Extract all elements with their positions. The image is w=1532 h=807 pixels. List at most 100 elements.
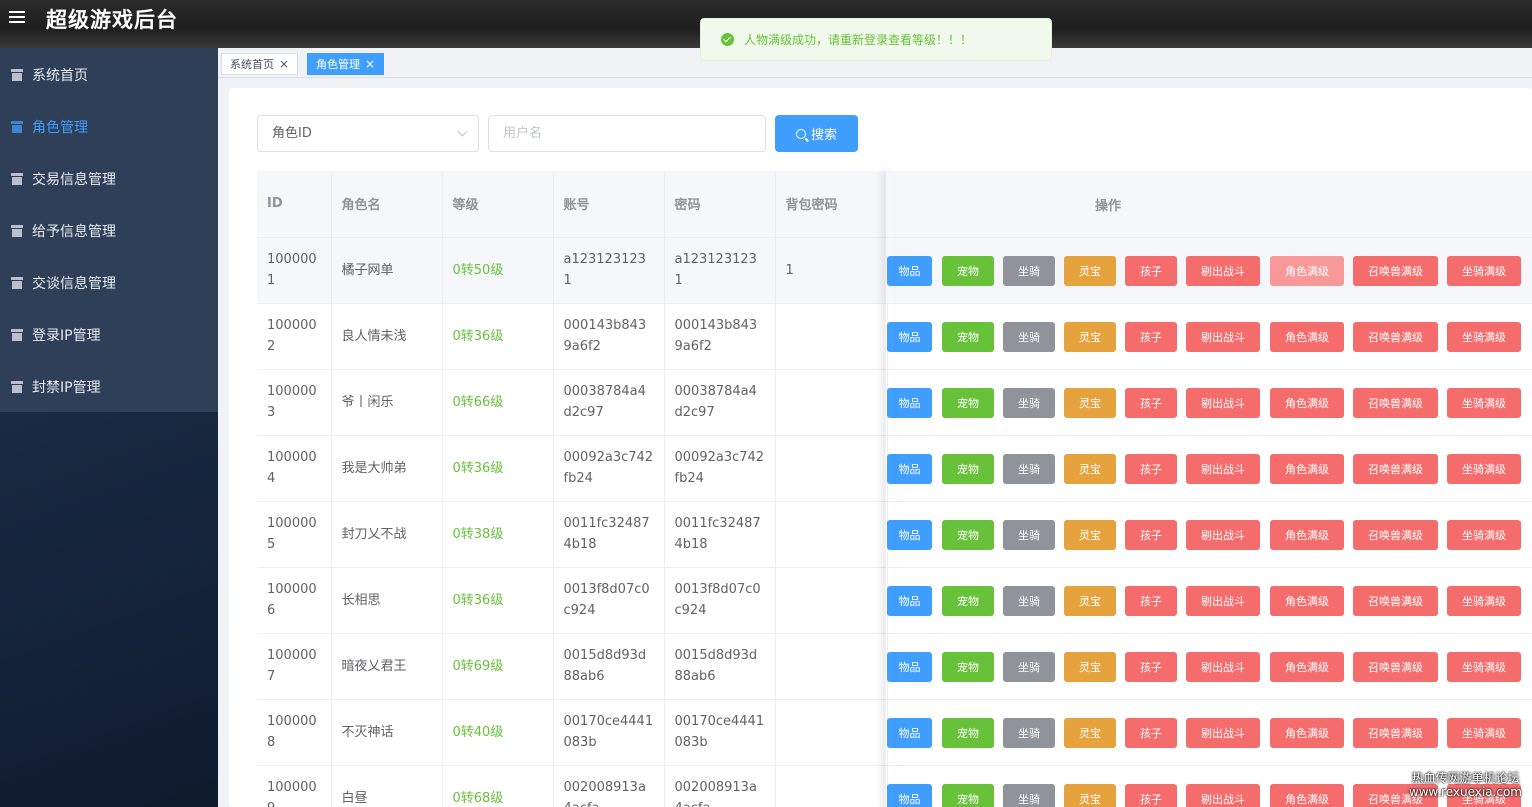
action-button[interactable]: 召唤兽满级 [1353,256,1438,286]
col-level: 等级 [442,171,554,238]
action-button[interactable]: 宠物 [942,256,994,286]
action-button[interactable]: 角色满级 [1270,256,1344,286]
action-button[interactable]: 角色满级 [1270,322,1344,352]
action-button[interactable]: 角色满级 [1270,784,1344,807]
cell-password: 0011fc324874b18 [664,501,776,568]
action-button[interactable]: 坐骑 [1003,520,1055,550]
action-button[interactable]: 宠物 [942,454,994,484]
tab-role-management[interactable]: 角色管理 × [307,53,385,75]
action-button[interactable]: 角色满级 [1270,652,1344,682]
action-button[interactable]: 召唤兽满级 [1353,718,1438,748]
search-button[interactable]: 搜索 [775,115,858,152]
action-button[interactable]: 孩子 [1125,652,1177,682]
action-button[interactable]: 剔出战斗 [1186,586,1260,616]
action-button[interactable]: 孩子 [1125,520,1177,550]
action-button[interactable]: 召唤兽满级 [1353,652,1438,682]
action-button[interactable]: 召唤兽满级 [1353,322,1438,352]
action-button[interactable]: 宠物 [942,586,994,616]
action-button[interactable]: 坐骑满级 [1447,520,1521,550]
col-account: 账号 [553,171,665,238]
action-button[interactable]: 角色满级 [1270,454,1344,484]
action-button[interactable]: 坐骑 [1003,256,1055,286]
sidebar-item[interactable]: 登录IP管理 [0,309,218,361]
cell-bag-password [775,699,888,766]
cell-id: 1000008 [257,699,332,766]
action-button[interactable]: 剔出战斗 [1186,256,1260,286]
sidebar-item[interactable]: 给予信息管理 [0,205,218,257]
action-button[interactable]: 剔出战斗 [1186,718,1260,748]
action-button[interactable]: 坐骑 [1003,586,1055,616]
action-button[interactable]: 角色满级 [1270,388,1344,418]
action-button[interactable]: 灵宝 [1064,784,1116,807]
action-button[interactable]: 孩子 [1125,784,1177,807]
action-button[interactable]: 坐骑满级 [1447,454,1521,484]
close-icon[interactable]: × [365,57,375,71]
action-button[interactable]: 坐骑满级 [1447,586,1521,616]
action-button[interactable]: 坐骑 [1003,454,1055,484]
action-button[interactable]: 宠物 [942,322,994,352]
action-button[interactable]: 剔出战斗 [1186,784,1260,807]
cell-level: 0转36级 [442,435,554,502]
action-button[interactable]: 灵宝 [1064,454,1116,484]
action-button[interactable]: 角色满级 [1270,520,1344,550]
search-type-select[interactable]: 角色ID [257,115,479,152]
cell-password: 00038784a4d2c97 [664,369,776,436]
action-button[interactable]: 孩子 [1125,586,1177,616]
action-button[interactable]: 宠物 [942,784,994,807]
sidebar-item[interactable]: 角色管理 [0,101,218,153]
action-button[interactable]: 角色满级 [1270,718,1344,748]
action-button[interactable]: 宠物 [942,388,994,418]
action-button[interactable]: 坐骑满级 [1447,718,1521,748]
sidebar-item-label: 系统首页 [32,68,88,84]
fixed-column-shadow [886,171,894,807]
action-button[interactable]: 宠物 [942,652,994,682]
username-input[interactable] [488,115,766,152]
action-button[interactable]: 灵宝 [1064,718,1116,748]
sidebar-item-label: 交谈信息管理 [32,276,116,292]
action-button[interactable]: 召唤兽满级 [1353,388,1438,418]
action-button[interactable]: 孩子 [1125,388,1177,418]
tab-home[interactable]: 系统首页 × [221,53,299,75]
action-button[interactable]: 坐骑 [1003,652,1055,682]
cell-name: 长相思 [331,567,443,634]
action-button[interactable]: 坐骑满级 [1447,652,1521,682]
action-button[interactable]: 孩子 [1125,454,1177,484]
action-button[interactable]: 剔出战斗 [1186,520,1260,550]
action-button[interactable]: 灵宝 [1064,256,1116,286]
sidebar-item[interactable]: 交易信息管理 [0,153,218,205]
action-button[interactable]: 孩子 [1125,718,1177,748]
col-name: 角色名 [331,171,443,238]
action-button[interactable]: 宠物 [942,718,994,748]
close-icon[interactable]: × [279,57,289,71]
sidebar-item[interactable]: 封禁IP管理 [0,361,218,413]
action-button[interactable]: 坐骑满级 [1447,256,1521,286]
action-button[interactable]: 坐骑 [1003,388,1055,418]
action-button[interactable]: 坐骑满级 [1447,322,1521,352]
action-button[interactable]: 宠物 [942,520,994,550]
action-button[interactable]: 召唤兽满级 [1353,520,1438,550]
action-button[interactable]: 剔出战斗 [1186,322,1260,352]
action-button[interactable]: 灵宝 [1064,652,1116,682]
tab-label: 系统首页 [230,58,274,71]
action-button[interactable]: 孩子 [1125,322,1177,352]
action-button[interactable]: 剔出战斗 [1186,388,1260,418]
action-button[interactable]: 灵宝 [1064,322,1116,352]
action-button[interactable]: 灵宝 [1064,520,1116,550]
action-button[interactable]: 灵宝 [1064,586,1116,616]
action-button[interactable]: 坐骑 [1003,784,1055,807]
action-button[interactable]: 剔出战斗 [1186,454,1260,484]
action-button[interactable]: 灵宝 [1064,388,1116,418]
action-button[interactable]: 坐骑 [1003,322,1055,352]
table-row: 1000005 封刀乂不战 0转38级 0011fc324874b18 0011fc32… [257,501,888,568]
action-button[interactable]: 坐骑 [1003,718,1055,748]
action-button[interactable]: 召唤兽满级 [1353,454,1438,484]
sidebar-item[interactable]: 系统首页 [0,49,218,101]
action-button[interactable]: 剔出战斗 [1186,652,1260,682]
action-button[interactable]: 角色满级 [1270,586,1344,616]
action-button[interactable]: 孩子 [1125,256,1177,286]
sidebar-item[interactable]: 交谈信息管理 [0,257,218,309]
action-button[interactable]: 坐骑满级 [1447,388,1521,418]
col-id: ID [257,171,332,238]
action-button[interactable]: 召唤兽满级 [1353,586,1438,616]
menu-toggle-icon[interactable] [9,9,25,23]
